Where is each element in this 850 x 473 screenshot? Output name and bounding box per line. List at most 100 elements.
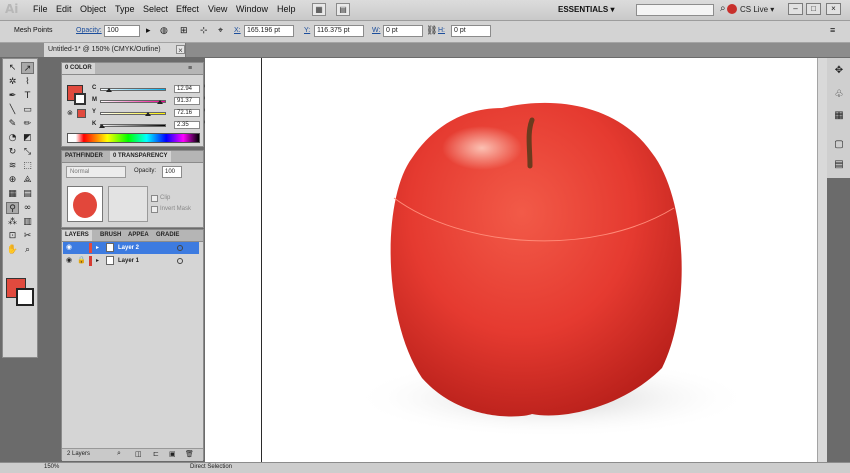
channel-slider[interactable] bbox=[100, 100, 166, 103]
zoom-level[interactable]: 150% bbox=[44, 464, 59, 470]
tab-transparency[interactable]: 0 TRANSPARENCY bbox=[110, 151, 171, 162]
tab-layers[interactable]: LAYERS bbox=[62, 230, 92, 241]
constrain-link-icon[interactable]: ⛓ bbox=[426, 25, 437, 36]
eraser-tool-icon[interactable]: ◩ bbox=[21, 132, 34, 144]
tab-brushes[interactable]: BRUSH bbox=[97, 230, 124, 241]
channel-value-field[interactable]: 2.35 bbox=[174, 121, 200, 129]
line-tool-icon[interactable]: ╲ bbox=[6, 104, 19, 116]
w-label[interactable]: W: bbox=[372, 27, 380, 34]
artboard-tool-icon[interactable]: ⊡ bbox=[6, 230, 19, 242]
expand-triangle-icon[interactable]: ▸ bbox=[96, 242, 99, 254]
direct-selection-tool-icon[interactable]: ↗ bbox=[21, 62, 34, 74]
menu-view[interactable]: View bbox=[208, 4, 227, 14]
document-tab[interactable]: Untitled-1* @ 150% (CMYK/Outline) bbox=[44, 43, 186, 57]
layer-name[interactable]: Layer 1 bbox=[118, 255, 139, 267]
align-icon[interactable]: ⊞ bbox=[180, 25, 188, 36]
slider-thumb[interactable] bbox=[98, 124, 105, 128]
layer-target-icon[interactable] bbox=[177, 245, 183, 251]
slider-thumb[interactable] bbox=[144, 112, 151, 116]
visibility-eye-icon[interactable]: ◉ bbox=[66, 257, 73, 264]
current-tool-status[interactable]: Direct Selection bbox=[190, 464, 232, 470]
layer-target-icon[interactable] bbox=[177, 258, 183, 264]
search-icon[interactable]: ⌕ bbox=[720, 3, 726, 14]
channel-slider[interactable] bbox=[100, 112, 166, 115]
object-thumbnail[interactable] bbox=[67, 186, 103, 222]
symbols-icon[interactable]: ♧ bbox=[832, 88, 846, 101]
transparency-opacity-field[interactable]: 100 bbox=[162, 166, 182, 178]
bridge-icon[interactable]: ▦ bbox=[312, 3, 326, 16]
type-tool-icon[interactable]: T bbox=[21, 90, 34, 102]
color-spectrum-bar[interactable] bbox=[67, 133, 200, 143]
mask-thumbnail[interactable] bbox=[108, 186, 148, 222]
delete-layer-icon[interactable]: 🗑 bbox=[185, 450, 194, 458]
help-search-input[interactable] bbox=[636, 4, 714, 16]
menu-file[interactable]: File bbox=[33, 4, 48, 14]
perspective-tool-icon[interactable]: ⟁ bbox=[21, 174, 34, 186]
locate-object-icon[interactable]: ⌕ bbox=[117, 450, 121, 458]
rectangle-tool-icon[interactable]: ▭ bbox=[21, 104, 34, 116]
layer-row[interactable]: ◉ 🔒 ▸ Layer 1 bbox=[63, 255, 199, 267]
slider-thumb[interactable] bbox=[157, 100, 164, 104]
paintbrush-tool-icon[interactable]: ✎ bbox=[6, 118, 19, 130]
channel-value-field[interactable]: 91.37 bbox=[174, 97, 200, 105]
color-guide-icon[interactable]: ✥ bbox=[832, 64, 846, 77]
w-field[interactable]: 0 pt bbox=[383, 25, 423, 37]
slider-thumb[interactable] bbox=[105, 88, 112, 92]
lock-icon[interactable]: 🔒 bbox=[77, 257, 86, 264]
lasso-tool-icon[interactable]: ⌇ bbox=[21, 76, 34, 88]
menu-window[interactable]: Window bbox=[236, 4, 268, 14]
menu-type[interactable]: Type bbox=[115, 4, 135, 14]
new-sublayer-icon[interactable]: ⊏ bbox=[153, 450, 159, 458]
workspace-switcher[interactable]: ESSENTIALS ▾ bbox=[558, 2, 628, 17]
hand-tool-icon[interactable]: ✋ bbox=[6, 244, 19, 256]
artboards-icon[interactable]: ▢ bbox=[832, 138, 846, 151]
swatches-icon[interactable]: ▦ bbox=[832, 109, 846, 122]
make-clipping-mask-icon[interactable]: ◫ bbox=[135, 450, 142, 458]
column-graph-tool-icon[interactable]: ▥ bbox=[21, 216, 34, 228]
recolor-icon[interactable]: ◍ bbox=[160, 25, 168, 36]
menu-object[interactable]: Object bbox=[80, 4, 106, 14]
menu-effect[interactable]: Effect bbox=[176, 4, 199, 14]
stroke-swatch[interactable] bbox=[16, 288, 34, 306]
channel-slider[interactable] bbox=[100, 124, 166, 127]
control-panel-menu-icon[interactable]: ≡ bbox=[830, 25, 835, 35]
y-field[interactable]: 116.375 pt bbox=[314, 25, 364, 37]
y-label[interactable]: Y: bbox=[304, 27, 310, 34]
magic-wand-tool-icon[interactable]: ✲ bbox=[6, 76, 19, 88]
minimize-button[interactable]: – bbox=[788, 3, 803, 15]
vertical-scrollbar[interactable] bbox=[817, 58, 827, 462]
zoom-tool-icon[interactable]: ⌕ bbox=[21, 244, 34, 256]
invert-mask-checkbox[interactable] bbox=[151, 206, 158, 213]
panel-menu-icon[interactable]: ≡ bbox=[185, 63, 195, 74]
selection-tool-icon[interactable]: ↖ bbox=[6, 62, 19, 74]
scale-tool-icon[interactable]: ⤡ bbox=[21, 146, 34, 158]
tab-color[interactable]: 0 COLOR bbox=[62, 63, 95, 74]
layer-row[interactable]: ◉ ▸ Layer 2 bbox=[63, 242, 199, 254]
width-tool-icon[interactable]: ≋ bbox=[6, 160, 19, 172]
cs-live-menu[interactable]: CS Live ▾ bbox=[740, 3, 780, 17]
channel-value-field[interactable]: 12.94 bbox=[174, 85, 200, 93]
channel-value-field[interactable]: 72.16 bbox=[174, 109, 200, 117]
arrange-documents-icon[interactable]: ▤ bbox=[336, 3, 350, 16]
menu-edit[interactable]: Edit bbox=[56, 4, 72, 14]
pen-tool-icon[interactable]: ✒ bbox=[6, 90, 19, 102]
slice-tool-icon[interactable]: ✂ bbox=[21, 230, 34, 242]
layer-name[interactable]: Layer 2 bbox=[118, 242, 139, 254]
gradient-tool-icon[interactable]: ▤ bbox=[21, 188, 34, 200]
shape-builder-tool-icon[interactable]: ⊕ bbox=[6, 174, 19, 186]
tab-appearance[interactable]: APPEA bbox=[125, 230, 152, 241]
clip-checkbox[interactable] bbox=[151, 195, 158, 202]
h-field[interactable]: 0 pt bbox=[451, 25, 491, 37]
apple-artwork[interactable] bbox=[262, 58, 817, 462]
close-tab-icon[interactable]: × bbox=[176, 45, 185, 55]
visibility-eye-icon[interactable]: ◉ bbox=[66, 244, 73, 251]
x-label[interactable]: X: bbox=[234, 27, 241, 34]
opacity-arrow-icon[interactable]: ▸ bbox=[146, 25, 151, 36]
symbol-sprayer-tool-icon[interactable]: ⁂ bbox=[6, 216, 19, 228]
blend-tool-icon[interactable]: ∞ bbox=[21, 202, 34, 214]
maximize-button[interactable]: □ bbox=[806, 3, 821, 15]
transform-icon[interactable]: ⊹ bbox=[200, 25, 208, 36]
h-label[interactable]: H: bbox=[438, 27, 445, 34]
free-transform-tool-icon[interactable]: ⬚ bbox=[21, 160, 34, 172]
mesh-tool-icon[interactable]: ▦ bbox=[6, 188, 19, 200]
